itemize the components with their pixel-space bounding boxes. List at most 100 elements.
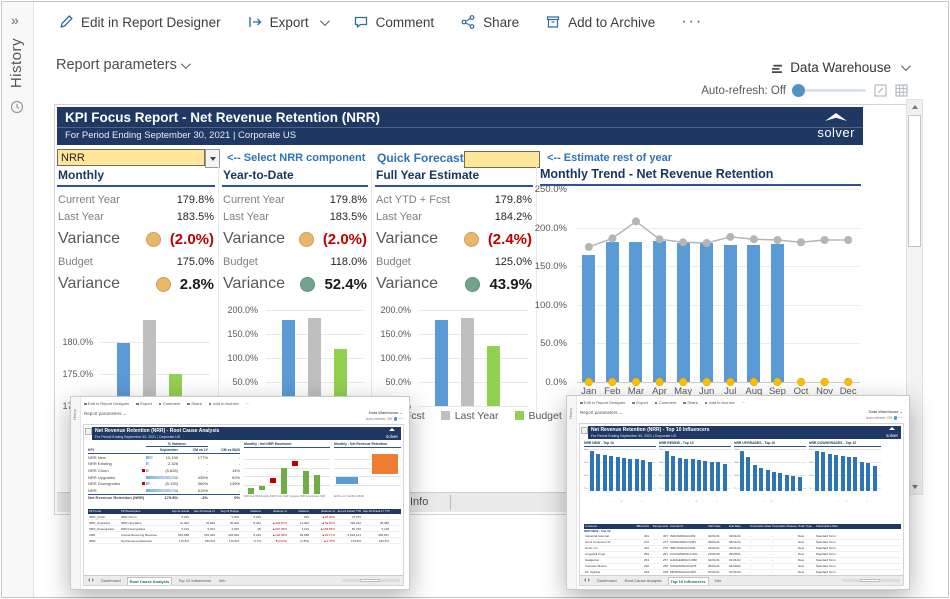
sheet-tab[interactable]: Top 10 Influencers	[668, 577, 709, 585]
mini-toolbar: Edit in Report Designer Export Comment Shar…	[580, 400, 753, 405]
sheet-tab[interactable]: Info	[713, 577, 724, 584]
mini-sheet-tab-bar: Dashboard Root Cause AnalysisTop 10 Influ…	[84, 575, 403, 585]
nrr-component-input[interactable]	[57, 149, 205, 166]
mini-sheet-tab-bar: Dashboard Root Cause Analysis Top 10 Influ…	[580, 575, 903, 585]
mini-auto-refresh: Auto-refresh: Off ──	[866, 416, 903, 420]
comment-icon	[353, 14, 369, 30]
share-button[interactable]: Share	[460, 14, 519, 30]
sheet-tab[interactable]: Top 10 Influencers	[176, 577, 213, 584]
mini-auto-refresh: Auto-refresh: Off ──	[366, 417, 403, 421]
status-dot	[300, 277, 315, 292]
chevron-down-icon	[320, 16, 330, 26]
mini-report-parameters[interactable]: Report parameters ⌄	[580, 410, 623, 416]
detail-table: KPI CodeKPI DescriptionSep 21 ActualSep …	[88, 509, 401, 544]
tab-nav-arrows[interactable]	[88, 578, 95, 583]
sheet-tab[interactable]: Dashboard	[99, 577, 123, 584]
kpi-column-2: Full Year Estimate Act YTD + Fcst179.8%L…	[375, 167, 533, 418]
share-icon	[460, 14, 476, 30]
top-10-influencers-window[interactable]: History Edit in Report Designer Export Com…	[566, 395, 910, 590]
mini-share-button[interactable]: Share	[187, 401, 202, 406]
mini-report-subtitle: For Period Ending September 30, 2021 | C…	[95, 435, 180, 439]
mini-more-button[interactable]: ···	[742, 400, 746, 405]
mini-export-button[interactable]: Export	[136, 401, 152, 406]
mini-more-button[interactable]: ···	[246, 401, 250, 406]
status-dot	[156, 277, 171, 292]
data-warehouse-dropdown[interactable]: Data Warehouse	[770, 60, 908, 75]
solver-logo-icon	[823, 112, 849, 122]
mini-edit-button[interactable]: Edit in Report Designer	[580, 400, 625, 405]
comment-button[interactable]: Comment	[353, 14, 435, 30]
auto-refresh-slider[interactable]	[794, 89, 866, 92]
quick-forecast-input[interactable]	[464, 151, 540, 168]
variance-row: Variance43.9%	[375, 270, 533, 298]
mini-report-parameters[interactable]: Report parameters ⌄	[84, 411, 127, 417]
mini-share-button[interactable]: Share	[683, 400, 698, 405]
sheet-tab-info[interactable]: Info	[410, 493, 428, 512]
top10-chart: NRR RENEW - Top 10 265133660 IndustrialO…	[659, 441, 731, 502]
pencil-icon	[58, 14, 74, 30]
data-warehouse-icon	[770, 61, 784, 75]
mini-data-warehouse[interactable]: Data Warehouse ⌄	[369, 410, 403, 415]
dropdown-button[interactable]	[205, 149, 220, 168]
outline-expander[interactable]	[85, 428, 92, 435]
kpi-row: Budget118.0%	[222, 253, 368, 270]
top10-chart: NRR UPGRADES - Top 10 4600230011500 Indu…	[734, 441, 806, 502]
kpi-column-header: Monthly	[57, 167, 215, 187]
mini-archive-button[interactable]: Add to Archive	[705, 400, 735, 405]
top10-chart: NRR NEW - Top 10 4502251130 IndustrialOm…	[584, 441, 656, 502]
status-dot	[299, 232, 314, 247]
mini-bar	[435, 320, 448, 406]
mini-comment-button[interactable]: Comment	[159, 401, 180, 406]
mini-archive-button[interactable]: Add to Archive	[209, 401, 239, 406]
mini-report-canvas: Net Revenue Retention (NRR) - Top 10 Inf…	[579, 423, 904, 586]
grid-view-icon[interactable]	[895, 84, 908, 97]
table-row: Net Revenue Retention (NRR) 179.8% -2%0%	[88, 494, 240, 502]
mini-edit-button[interactable]: Edit in Report Designer	[84, 401, 129, 406]
sheet-tab[interactable]: Root Cause Analysis	[127, 577, 173, 585]
net-revenue-retention-chart: Monthly - Net Revenue Retention ■ CM vs …	[334, 442, 401, 498]
outline-expander[interactable]	[581, 427, 588, 434]
mini-data-warehouse[interactable]: Data Warehouse ⌄	[869, 409, 903, 414]
table-row: NRR Existing 2,326 --	[88, 461, 240, 468]
root-cause-analysis-window[interactable]: History Edit in Report Designer Export Com…	[70, 396, 410, 590]
mini-bar	[487, 346, 500, 406]
scroll-up-arrow[interactable]	[907, 100, 922, 114]
mini-bar	[461, 318, 474, 406]
top10-chart: NRR DOWNGRADES - Top 10 4702351180 Indus…	[809, 441, 881, 502]
variance-row: Variance52.4%	[222, 270, 368, 298]
toolbar: Edit in Report Designer Export Comment S…	[58, 10, 703, 34]
mini-report-header: Net Revenue Retention (NRR) - Top 10 Inf…	[588, 426, 901, 439]
expand-sidebar-icon[interactable]: »	[11, 12, 19, 28]
add-to-archive-button[interactable]: Add to Archive	[545, 14, 655, 30]
history-label[interactable]: History	[8, 38, 25, 88]
more-options-button[interactable]: ···	[681, 13, 703, 31]
variance-row: Variance(2.0%)	[57, 225, 215, 253]
export-button[interactable]: Export	[247, 14, 327, 30]
horizontal-scrollbar[interactable]	[342, 579, 400, 583]
tab-nav-arrows[interactable]	[584, 578, 591, 583]
slider-knob[interactable]	[792, 84, 805, 97]
report-header: KPI Focus Report - Net Revenue Retention…	[57, 107, 863, 145]
table-row: NRR Churn (5,825) -14%	[88, 467, 240, 474]
app-window: » History Edit in Report Designer Export…	[0, 0, 950, 599]
mini-comment-button[interactable]: Comment	[655, 400, 676, 405]
nrr-component-selector	[57, 149, 220, 168]
edit-cell-icon[interactable]	[874, 84, 887, 97]
edit-in-report-designer-button[interactable]: Edit in Report Designer	[58, 14, 221, 30]
mini-report-title: Net Revenue Retention (NRR) - Root Cause…	[95, 428, 219, 434]
horizontal-scrollbar[interactable]	[842, 579, 900, 583]
report-parameters-dropdown[interactable]: Report parameters	[56, 57, 188, 73]
sheet-tab[interactable]: Info	[217, 577, 228, 584]
sheet-tab[interactable]: Root Cause Analysis	[623, 577, 664, 584]
kpi-row: Budget175.0%	[57, 253, 215, 270]
mini-export-button[interactable]: Export	[632, 400, 648, 405]
sheet-tab[interactable]: Dashboard	[595, 577, 619, 584]
mini-history-sidebar: History	[71, 397, 81, 589]
mini-history-sidebar: History	[567, 396, 577, 589]
mini-report-canvas: Net Revenue Retention (NRR) - Root Cause…	[83, 424, 404, 586]
mini-toolbar: Edit in Report Designer Export Comment Shar…	[84, 401, 257, 406]
scrollbar-thumb[interactable]	[908, 115, 921, 247]
export-icon	[247, 14, 263, 30]
kpi-variance-table: % Variance KPISeptemberCM vs LYCM vs BUD…	[88, 442, 240, 501]
status-dot	[146, 232, 161, 247]
